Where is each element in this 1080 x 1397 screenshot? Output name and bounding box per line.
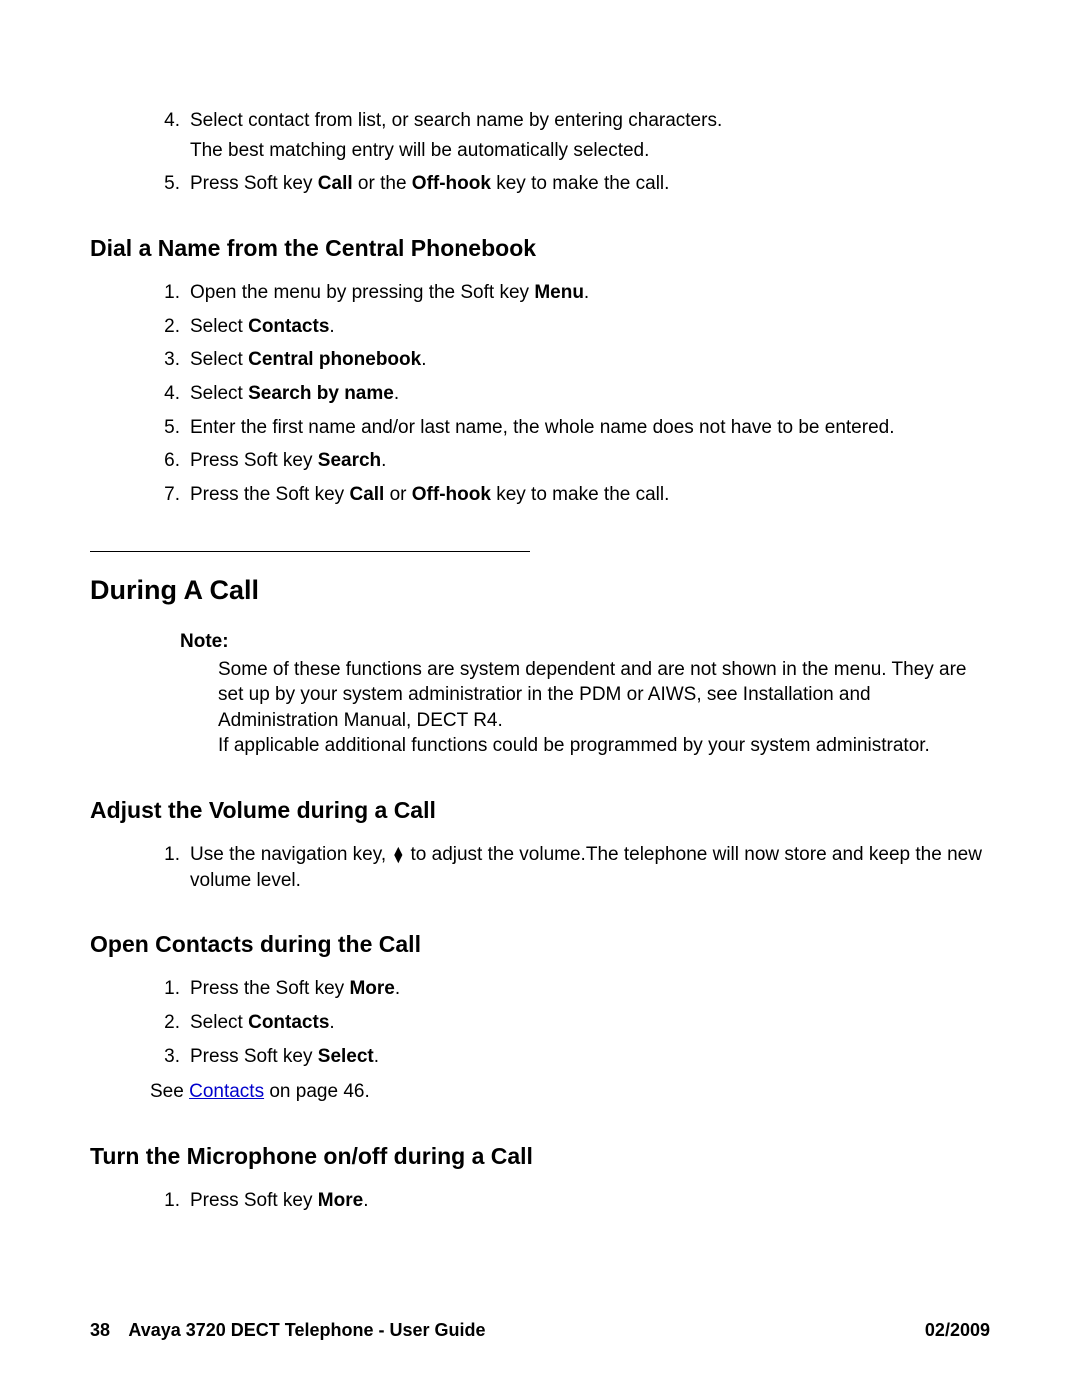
- note-block: Note: Some of these functions are system…: [180, 629, 990, 759]
- list-item-line: Select Contacts.: [190, 314, 990, 340]
- list-item: 5. Enter the first name and/or last name,…: [90, 415, 990, 441]
- list-item-line: The best matching entry will be automati…: [190, 138, 990, 164]
- list-item: 1. Press the Soft key More.: [90, 976, 990, 1002]
- bold-text: More: [349, 978, 394, 999]
- list-item-line: Press the Soft key Call or Off-hook key …: [190, 482, 990, 508]
- list-item: 1. Press Soft key More.: [90, 1188, 990, 1214]
- bold-text: Contacts: [248, 1012, 329, 1033]
- list-item-line: Press Soft key Search.: [190, 448, 990, 474]
- list-item-number: 3.: [150, 347, 180, 373]
- bold-text: Menu: [534, 282, 584, 303]
- heading-dial-name: Dial a Name from the Central Phonebook: [90, 233, 990, 264]
- bold-text: Contacts: [248, 316, 329, 337]
- footer-left: 38 Avaya 3720 DECT Telephone - User Guid…: [90, 1320, 486, 1341]
- list-item: 2. Select Contacts.: [90, 1010, 990, 1036]
- bold-text: Search by name: [248, 383, 394, 404]
- footer-date: 02/2009: [925, 1320, 990, 1341]
- list-item-number: 4.: [150, 381, 180, 407]
- list-item-body: Press the Soft key Call or Off-hook key …: [190, 482, 990, 508]
- list-item: 4. Select Search by name.: [90, 381, 990, 407]
- list-item-body: Open the menu by pressing the Soft key M…: [190, 280, 990, 306]
- open-contacts-list: 1. Press the Soft key More. 2. Select Conta…: [90, 976, 990, 1069]
- list-item: 4. Select contact from list, or search na…: [90, 108, 990, 163]
- list-item: 5. Press Soft key Call or the Off-hook ke…: [90, 171, 990, 197]
- see-contacts-line: See Contacts on page 46.: [150, 1079, 990, 1105]
- footer-doc-title: Avaya 3720 DECT Telephone - User Guide: [128, 1320, 485, 1340]
- list-item-line: Press Soft key Call or the Off-hook key …: [190, 171, 990, 197]
- note-label: Note:: [180, 629, 990, 655]
- heading-during-call: During A Call: [90, 572, 990, 608]
- list-item: 1. Use the navigation key, to adjust the …: [90, 842, 990, 893]
- list-item-number: 1.: [150, 280, 180, 306]
- page-number: 38: [90, 1320, 110, 1340]
- page-footer: 38 Avaya 3720 DECT Telephone - User Guid…: [90, 1320, 990, 1341]
- dial-name-list: 1. Open the menu by pressing the Soft key…: [90, 280, 990, 507]
- list-item-number: 4.: [150, 108, 180, 134]
- list-item-line: Select Central phonebook.: [190, 347, 990, 373]
- heading-open-contacts: Open Contacts during the Call: [90, 929, 990, 960]
- list-item-line: Enter the first name and/or last name, t…: [190, 415, 990, 441]
- contacts-link[interactable]: Contacts: [189, 1081, 264, 1102]
- list-item-body: Press Soft key Search.: [190, 448, 990, 474]
- list-item-body: Enter the first name and/or last name, t…: [190, 415, 990, 441]
- list-item-number: 7.: [150, 482, 180, 508]
- list-item: 1. Open the menu by pressing the Soft key…: [90, 280, 990, 306]
- list-item-body: Press Soft key Select.: [190, 1044, 990, 1070]
- bold-text: Call: [349, 484, 384, 505]
- list-item: 2. Select Contacts.: [90, 314, 990, 340]
- heading-turn-mic: Turn the Microphone on/off during a Call: [90, 1141, 990, 1172]
- list-item-line: Select Contacts.: [190, 1010, 990, 1036]
- bold-text: Off-hook: [412, 173, 491, 194]
- list-item-line: Use the navigation key, to adjust the vo…: [190, 842, 990, 893]
- list-item-body: Press Soft key Call or the Off-hook key …: [190, 171, 990, 197]
- list-item-body: Use the navigation key, to adjust the vo…: [190, 842, 990, 893]
- updown-icon: [391, 846, 405, 863]
- list-item-number: 2.: [150, 1010, 180, 1036]
- list-item-body: Select Central phonebook.: [190, 347, 990, 373]
- list-item-number: 5.: [150, 171, 180, 197]
- list-item-line: Press the Soft key More.: [190, 976, 990, 1002]
- list-item-number: 5.: [150, 415, 180, 441]
- note-body: Some of these functions are system depen…: [218, 657, 990, 760]
- list-item: 3. Press Soft key Select.: [90, 1044, 990, 1070]
- list-item: 6. Press Soft key Search.: [90, 448, 990, 474]
- list-item-line: Press Soft key More.: [190, 1188, 990, 1214]
- bold-text: Off-hook: [412, 484, 491, 505]
- list-item-body: Select Contacts.: [190, 314, 990, 340]
- list-item-number: 1.: [150, 842, 180, 868]
- list-item-line: Open the menu by pressing the Soft key M…: [190, 280, 990, 306]
- bold-text: Central phonebook: [248, 349, 421, 370]
- list-item-number: 1.: [150, 1188, 180, 1214]
- see-prefix: See: [150, 1081, 189, 1102]
- list-item: 7. Press the Soft key Call or Off-hook ke…: [90, 482, 990, 508]
- document-page: 4. Select contact from list, or search na…: [0, 0, 1080, 1397]
- list-item: 3. Select Central phonebook.: [90, 347, 990, 373]
- list-item-body: Select Contacts.: [190, 1010, 990, 1036]
- list-item-number: 2.: [150, 314, 180, 340]
- bold-text: More: [318, 1190, 363, 1211]
- bold-text: Search: [318, 450, 381, 471]
- list-item-line: Select contact from list, or search name…: [190, 108, 990, 134]
- adjust-volume-list: 1. Use the navigation key, to adjust the …: [90, 842, 990, 893]
- list-item-body: Select Search by name.: [190, 381, 990, 407]
- continued-list: 4. Select contact from list, or search na…: [90, 108, 990, 197]
- bold-text: Call: [318, 173, 353, 194]
- list-item-number: 6.: [150, 448, 180, 474]
- list-item-body: Press the Soft key More.: [190, 976, 990, 1002]
- list-item-body: Select contact from list, or search name…: [190, 108, 990, 163]
- bold-text: Select: [318, 1046, 374, 1067]
- list-item-body: Press Soft key More.: [190, 1188, 990, 1214]
- divider-rule: [90, 551, 530, 552]
- list-item-line: Press Soft key Select.: [190, 1044, 990, 1070]
- list-item-line: Select Search by name.: [190, 381, 990, 407]
- heading-adjust-volume: Adjust the Volume during a Call: [90, 795, 990, 826]
- list-item-number: 1.: [150, 976, 180, 1002]
- list-item-number: 3.: [150, 1044, 180, 1070]
- turn-mic-list: 1. Press Soft key More.: [90, 1188, 990, 1214]
- see-suffix: on page 46.: [264, 1081, 370, 1102]
- page-content: 4. Select contact from list, or search na…: [90, 108, 990, 1214]
